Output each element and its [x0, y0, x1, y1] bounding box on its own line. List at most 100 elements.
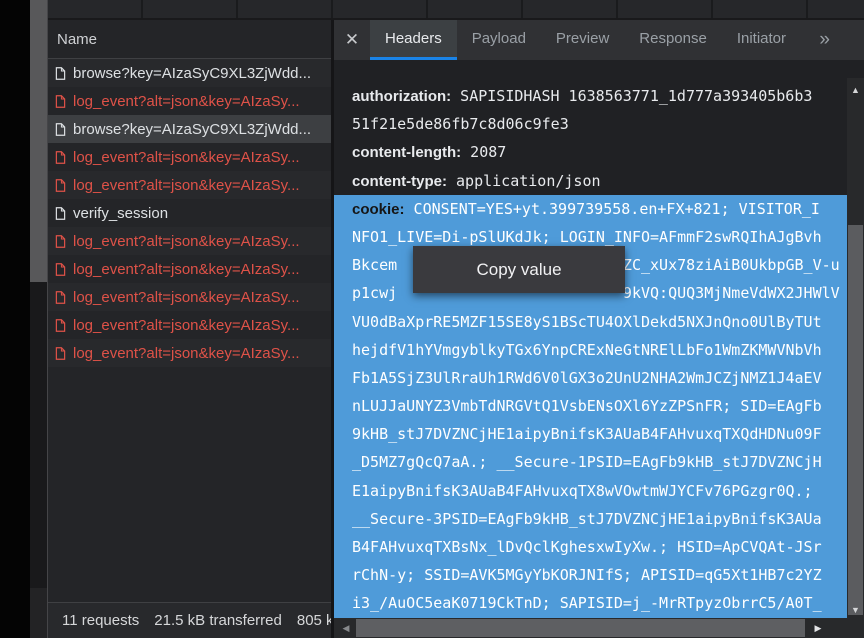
file-icon: [55, 235, 66, 248]
header-line[interactable]: __Secure-3PSID=EAgFb9kHB_stJ7DVZNCjHE1ai…: [334, 505, 847, 533]
request-detail-panel: ✕ Headers Payload: [334, 20, 864, 638]
request-row[interactable]: log_event?alt=json&key=AIzaSy...: [48, 311, 331, 339]
context-menu-copy-value[interactable]: Copy value: [413, 246, 625, 293]
vertical-scrollbar-thumb[interactable]: [848, 225, 863, 615]
header-line[interactable]: B4FAHvuxqTXBsNx_lDvQclKghesxwIyXw.; HSID…: [334, 533, 847, 561]
request-row[interactable]: verify_session: [48, 199, 331, 227]
detail-tab-label: Response: [639, 30, 707, 47]
file-icon: [55, 67, 66, 80]
background-scrollbar-thumb[interactable]: [30, 0, 48, 282]
detail-tab-label: Initiator: [737, 30, 786, 47]
request-row[interactable]: log_event?alt=json&key=AIzaSy...: [48, 87, 331, 115]
header-line[interactable]: cookie: CONSENT=YES+yt.399739558.en+FX+8…: [334, 195, 847, 223]
close-icon[interactable]: ✕: [334, 20, 370, 60]
detail-tab[interactable]: Payload: [457, 20, 541, 60]
overview-segment: [143, 0, 238, 18]
horizontal-scrollbar-thumb[interactable]: [356, 619, 805, 637]
request-list-empty-area: [48, 367, 331, 602]
request-name: log_event?alt=json&key=AIzaSy...: [73, 289, 300, 306]
header-name: cookie:: [352, 201, 405, 218]
header-line[interactable]: content-length: 2087: [334, 138, 847, 166]
overview-segment: [238, 0, 333, 18]
background-scrollbar-bottom: [30, 588, 48, 638]
request-name: log_event?alt=json&key=AIzaSy...: [73, 177, 300, 194]
request-list-panel: Name browse?key=AIzaSyC9XL3ZjWdd...: [48, 20, 331, 638]
header-value: 51f21e5de86fb7c8d06c9fe3: [352, 115, 569, 133]
request-row[interactable]: log_event?alt=json&key=AIzaSy...: [48, 255, 331, 283]
request-count: 11 requests: [62, 612, 139, 629]
scroll-right-icon[interactable]: ▶: [810, 618, 826, 638]
file-icon: [55, 179, 66, 192]
more-tabs-icon[interactable]: »: [819, 20, 830, 60]
overview-segment: [48, 0, 143, 18]
headers-content: authorization: SAPISIDHASH 1638563771_1d…: [334, 78, 847, 618]
detail-tab-label: Preview: [556, 30, 609, 47]
request-row[interactable]: log_event?alt=json&key=AIzaSy...: [48, 283, 331, 311]
header-line[interactable]: content-type: application/json: [334, 167, 847, 195]
network-overview-strip: [48, 0, 864, 20]
network-summary-bar: 11 requests 21.5 kB transferred 805 k: [48, 602, 331, 638]
header-line[interactable]: hejdfV1hYVmgyblkyTGx6YnpCRExNeGtNRElLbFo…: [334, 336, 847, 364]
vertical-scrollbar[interactable]: ▲ ▼: [847, 78, 864, 638]
header-value: 2087: [461, 143, 506, 161]
header-value: VU0dBaXprRE5MZF15SE8yS1BScTU4OXlDekd5NXJ…: [352, 313, 822, 331]
header-line[interactable]: 9kHB_stJ7DVZNCjHE1aipyBnifsK3AUaB4FAHvux…: [334, 420, 847, 448]
header-value: CONSENT=YES+yt.399739558.en+FX+821; VISI…: [405, 200, 820, 218]
header-value: __Secure-3PSID=EAgFb9kHB_stJ7DVZNCjHE1ai…: [352, 510, 822, 528]
header-value: B4FAHvuxqTXBsNx_lDvQclKghesxwIyXw.; HSID…: [352, 538, 822, 556]
header-value: hejdfV1hYVmgyblkyTGx6YnpCRExNeGtNRElLbFo…: [352, 341, 822, 359]
scroll-up-icon[interactable]: ▲: [847, 80, 864, 100]
detail-tab[interactable]: Headers: [370, 20, 457, 60]
header-value: 9kHB_stJ7DVZNCjHE1aipyBnifsK3AUaB4FAHvux…: [352, 425, 822, 443]
detail-tabs: Headers Payload Preview: [370, 20, 801, 60]
header-value: NFO1_LIVE=Di-pSlUKdJk; LOGIN_INFO=AFmmF2…: [352, 228, 822, 246]
overview-segment: [428, 0, 523, 18]
request-row[interactable]: log_event?alt=json&key=AIzaSy...: [48, 143, 331, 171]
request-row[interactable]: browse?key=AIzaSyC9XL3ZjWdd...: [48, 59, 331, 87]
request-name: browse?key=AIzaSyC9XL3ZjWdd...: [73, 121, 311, 138]
file-icon: [55, 207, 66, 220]
request-row[interactable]: browse?key=AIzaSyC9XL3ZjWdd...: [48, 115, 331, 143]
overview-segment: [618, 0, 713, 18]
header-line[interactable]: rChN-y; SSID=AVK5MGyYbKORJNIfS; APISID=q…: [334, 561, 847, 589]
request-name: log_event?alt=json&key=AIzaSy...: [73, 149, 300, 166]
name-column-header[interactable]: Name: [48, 20, 331, 59]
header-value: i3_/AuOC5eaK0719CkTnD; SAPISID=j_-MrRTpy…: [352, 594, 822, 612]
detail-tab[interactable]: Response: [624, 20, 722, 60]
horizontal-scrollbar[interactable]: ◀ ▶: [334, 618, 847, 638]
header-value: SAPISIDHASH 1638563771_1d777a393405b6b3: [451, 87, 812, 105]
request-name: verify_session: [73, 205, 168, 222]
request-row[interactable]: log_event?alt=json&key=AIzaSy...: [48, 339, 331, 367]
transferred-size: 21.5 kB transferred: [154, 612, 282, 629]
resources-size: 805 k: [297, 612, 331, 629]
request-name: log_event?alt=json&key=AIzaSy...: [73, 317, 300, 334]
detail-tab[interactable]: Preview: [541, 20, 624, 60]
detail-tab[interactable]: Initiator: [722, 20, 801, 60]
header-line[interactable]: VU0dBaXprRE5MZF15SE8yS1BScTU4OXlDekd5NXJ…: [334, 308, 847, 336]
header-line[interactable]: i3_/AuOC5eaK0719CkTnD; SAPISID=j_-MrRTpy…: [334, 589, 847, 617]
header-line[interactable]: authorization: SAPISIDHASH 1638563771_1d…: [334, 82, 847, 110]
request-row[interactable]: log_event?alt=json&key=AIzaSy...: [48, 227, 331, 255]
devtools-window: Name browse?key=AIzaSyC9XL3ZjWdd...: [47, 0, 864, 638]
header-line[interactable]: nLUJJaUNYZ3VmbTdNRGVtQ1VsbENsOXl6YzZPSnF…: [334, 392, 847, 420]
detail-tab-bar: ✕ Headers Payload: [334, 20, 864, 60]
request-name: log_event?alt=json&key=AIzaSy...: [73, 93, 300, 110]
request-name: log_event?alt=json&key=AIzaSy...: [73, 233, 300, 250]
request-row[interactable]: log_event?alt=json&key=AIzaSy...: [48, 171, 331, 199]
file-icon: [55, 319, 66, 332]
header-line[interactable]: Fb1A5SjZ3UlRraUh1RWd6V0lGX3o2UnU2NHA2WmJ…: [334, 364, 847, 392]
file-icon: [55, 123, 66, 136]
header-value: _D5MZ7gQcQ7aA.; __Secure-1PSID=EAgFb9kHB…: [352, 453, 822, 471]
overview-segment: [333, 0, 428, 18]
header-line[interactable]: _D5MZ7gQcQ7aA.; __Secure-1PSID=EAgFb9kHB…: [334, 448, 847, 476]
header-line[interactable]: E1aipyBnifsK3AUaB4FAHvuxqTX8wVOwtmWJYCFv…: [334, 477, 847, 505]
scroll-left-icon[interactable]: ◀: [338, 618, 354, 638]
name-column-label: Name: [57, 31, 97, 48]
detail-tab-label: Headers: [385, 30, 442, 47]
request-name: log_event?alt=json&key=AIzaSy...: [73, 345, 300, 362]
header-name: content-length:: [352, 144, 461, 161]
file-icon: [55, 151, 66, 164]
header-line[interactable]: 51f21e5de86fb7c8d06c9fe3: [334, 110, 847, 138]
request-name: log_event?alt=json&key=AIzaSy...: [73, 261, 300, 278]
scroll-down-icon[interactable]: ▼: [847, 600, 864, 620]
